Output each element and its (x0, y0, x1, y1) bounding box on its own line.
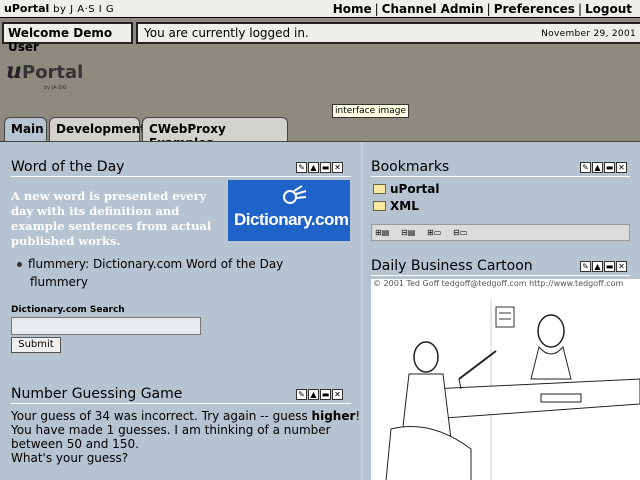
channel-title-word-of-day: Word of the Day (11, 159, 125, 175)
wotd-word: flummery (30, 275, 88, 289)
bullet-icon (17, 262, 22, 267)
folder-icon (373, 201, 386, 211)
nav-logout-link[interactable]: Logout (585, 2, 632, 16)
tab-bar: Main Development CWebProxy Examples (0, 117, 640, 150)
nav-channel-admin-link[interactable]: Channel Admin (382, 2, 484, 16)
bookmark-toolbar: ⊞▤ ⊟▤ ⊞▭ ⊟▭ (371, 224, 630, 241)
help-icon[interactable]: ▲ (592, 162, 603, 173)
logo-sub: by JA-SIG (44, 85, 67, 91)
bookmark-folder[interactable]: XML (373, 199, 419, 213)
logo-u: u (6, 58, 22, 84)
folder-icon (373, 184, 386, 194)
bookmark-label: XML (390, 199, 419, 213)
guess-result-end: ! (355, 409, 361, 423)
minimize-icon[interactable]: ▬ (604, 261, 615, 272)
edit-icon[interactable]: ✎ (580, 261, 591, 272)
divider (11, 176, 351, 177)
guess-result: Your guess of 34 was incorrect. Try agai… (11, 409, 312, 423)
guess-count: You have made 1 guesses. I am thinking o… (11, 423, 331, 451)
number-game-text: Your guess of 34 was incorrect. Try agai… (11, 409, 361, 465)
channel-controls: ✎ ▲ ▬ ✕ (296, 162, 343, 173)
minimize-icon[interactable]: ▬ (320, 389, 331, 400)
channel-controls: ✎ ▲ ▬ ✕ (296, 389, 343, 400)
close-icon[interactable]: ✕ (332, 389, 343, 400)
brand: uPortal by J A·S I G (4, 2, 114, 15)
divider (371, 176, 630, 177)
guess-prompt: What's your guess? (11, 451, 129, 465)
minimize-icon[interactable]: ▬ (320, 162, 331, 173)
add-folder-icon[interactable]: ⊞▭ (427, 228, 449, 238)
wotd-description: A new word is presented every day with i… (11, 189, 212, 248)
dictionary-logo[interactable]: Dictionary.com (228, 180, 350, 241)
remove-bookmark-icon[interactable]: ⊟▤ (401, 228, 423, 238)
divider (11, 403, 351, 404)
bookmark-folder[interactable]: uPortal (373, 182, 439, 196)
current-date: November 29, 2001 (541, 29, 636, 39)
edit-icon[interactable]: ✎ (296, 389, 307, 400)
brand-name: uPortal (4, 2, 50, 15)
cartoon-copyright: © 2001 Ted Goff tedgoff@tedgoff.com http… (373, 279, 624, 288)
dictionary-search-input[interactable] (11, 317, 201, 335)
minimize-icon[interactable]: ▬ (604, 162, 615, 173)
channel-title-number-game: Number Guessing Game (11, 386, 183, 402)
remove-folder-icon[interactable]: ⊟▭ (453, 228, 475, 238)
dictionary-logo-text: Dictionary.com (234, 210, 349, 229)
close-icon[interactable]: ✕ (332, 162, 343, 173)
nav-preferences-link[interactable]: Preferences (494, 2, 575, 16)
tab-development[interactable]: Development (49, 117, 146, 141)
close-icon[interactable]: ✕ (616, 162, 627, 173)
close-icon[interactable]: ✕ (616, 261, 627, 272)
channel-controls: ✎ ▲ ▬ ✕ (580, 261, 627, 272)
channel-title-cartoon: Daily Business Cartoon (371, 258, 533, 274)
welcome-message: Welcome Demo User (2, 22, 133, 54)
wotd-link-text: flummery: Dictionary.com Word of the Day (28, 257, 284, 271)
channel-title-bookmarks: Bookmarks (371, 159, 450, 175)
tooltip: interface image (332, 104, 410, 118)
login-status: You are currently logged in. (144, 26, 309, 40)
tab-cwebproxy-examples[interactable]: CWebProxy Examples (142, 117, 288, 150)
nav-separator: | (577, 2, 582, 16)
cartoon-image: © 2001 Ted Goff tedgoff@tedgoff.com http… (371, 279, 640, 480)
help-icon[interactable]: ▲ (308, 389, 319, 400)
logo-portal: Portal (22, 62, 84, 83)
add-bookmark-icon[interactable]: ⊞▤ (375, 228, 397, 238)
main-content: Word of the Day ✎ ▲ ▬ ✕ A new word is pr… (0, 141, 640, 480)
uportal-logo: uPortal by JA-SIG (6, 58, 86, 94)
top-nav: Home | Channel Admin | Preferences | Logout (333, 2, 632, 16)
tab-main[interactable]: Main (4, 117, 47, 142)
edit-icon[interactable]: ✎ (296, 162, 307, 173)
welcome-row: Welcome Demo User You are currently logg… (0, 19, 640, 54)
divider (371, 275, 630, 276)
column-divider (361, 142, 363, 480)
edit-icon[interactable]: ✎ (580, 162, 591, 173)
nav-separator: | (374, 2, 379, 16)
help-icon[interactable]: ▲ (592, 261, 603, 272)
search-label: Dictionary.com Search (11, 305, 125, 315)
bookmark-label: uPortal (390, 182, 440, 196)
wotd-link[interactable]: flummery: Dictionary.com Word of the Day (17, 257, 283, 271)
guess-hint: higher (311, 409, 356, 423)
channel-controls: ✎ ▲ ▬ ✕ (580, 162, 627, 173)
top-bar: uPortal by J A·S I G Home | Channel Admin |… (0, 0, 640, 18)
status-bar: You are currently logged in. November 29… (136, 22, 640, 44)
cartoon-drawing (385, 299, 640, 480)
help-icon[interactable]: ▲ (308, 162, 319, 173)
nav-home-link[interactable]: Home (333, 2, 372, 16)
submit-button[interactable]: Submit (11, 337, 61, 353)
nav-separator: | (486, 2, 491, 16)
brand-by: by J A·S I G (53, 4, 115, 15)
